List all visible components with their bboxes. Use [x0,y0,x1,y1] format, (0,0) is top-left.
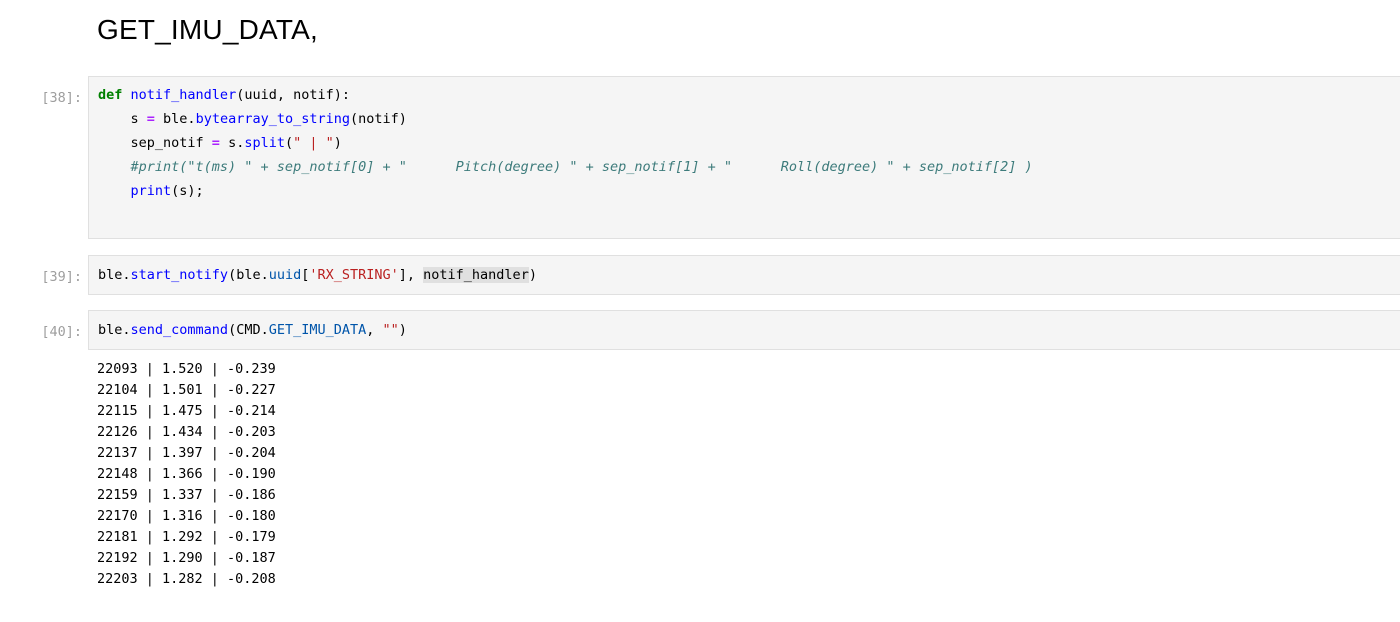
comment-line: #print("t(ms) " + sep_notif[0] + " Pitch… [98,159,1033,175]
cell-prompt: [40]: [41,324,82,340]
string-literal: "" [382,322,399,338]
code-token: ble. [154,111,196,127]
code-token: s. [219,135,245,151]
output-line: 22148 | 1.366 | -0.190 [97,466,276,482]
highlighted-token: notif_handler [423,267,529,283]
output-line: 22104 | 1.501 | -0.227 [97,382,276,398]
output-line: 22115 | 1.475 | -0.214 [97,403,276,419]
code-line: ble.send_command(CMD.GET_IMU_DATA, "") [98,320,407,341]
method-call: send_command [130,322,229,338]
code-line: print(s); [98,181,204,202]
output-line: 22093 | 1.520 | -0.239 [97,361,276,377]
output-line: 22192 | 1.290 | -0.187 [97,550,276,566]
method-call: start_notify [130,267,229,283]
string-literal: 'RX_STRING' [309,267,399,283]
code-token: (s); [171,183,204,199]
code-line: s = ble.bytearray_to_string(notif) [98,109,407,130]
code-line: sep_notif = s.split(" | ") [98,133,342,154]
output-line: 22137 | 1.397 | -0.204 [97,445,276,461]
code-token: ble. [98,322,131,338]
output-line: 22170 | 1.316 | -0.180 [97,508,276,524]
method-call: print [130,183,172,199]
code-token: ble. [98,267,131,283]
operator: = [146,111,155,127]
keyword-def: def [98,87,123,103]
function-name: notif_handler [130,87,237,103]
code-input[interactable]: def notif_handler(uuid, notif): s = ble.… [88,76,1400,239]
output-line: 22181 | 1.292 | -0.179 [97,529,276,545]
code-token: (ble. [228,267,269,283]
code-line: def notif_handler(uuid, notif): [98,85,350,106]
code-token: ) [333,135,342,151]
output-line: 22159 | 1.337 | -0.186 [97,487,276,503]
code-input[interactable]: ble.start_notify(ble.uuid['RX_STRING'], … [88,255,1400,295]
code-token: ( [284,135,294,151]
cell-prompt: [39]: [41,269,82,285]
operator: = [211,135,220,151]
code-token: , [366,322,383,338]
cell-prompt: [38]: [41,90,82,106]
code-token: (CMD. [228,322,269,338]
method-call: split [244,135,285,151]
attribute: uuid [268,267,302,283]
code-token: ], [398,267,424,283]
code-token: (notif) [350,111,407,127]
code-token: sep_notif [98,135,212,151]
code-token: ) [398,322,407,338]
function-args: (uuid, notif): [236,87,350,103]
attribute: GET_IMU_DATA [268,322,367,338]
code-input[interactable]: ble.send_command(CMD.GET_IMU_DATA, "") [88,310,1400,350]
output-line: 22126 | 1.434 | -0.203 [97,424,276,440]
output-line: 22203 | 1.282 | -0.208 [97,571,276,587]
string-literal: " | " [293,135,334,151]
code-token: s [98,111,147,127]
section-heading: GET_IMU_DATA, [97,14,318,45]
code-token: ) [528,267,537,283]
code-line: ble.start_notify(ble.uuid['RX_STRING'], … [98,265,537,286]
method-call: bytearray_to_string [195,111,350,127]
